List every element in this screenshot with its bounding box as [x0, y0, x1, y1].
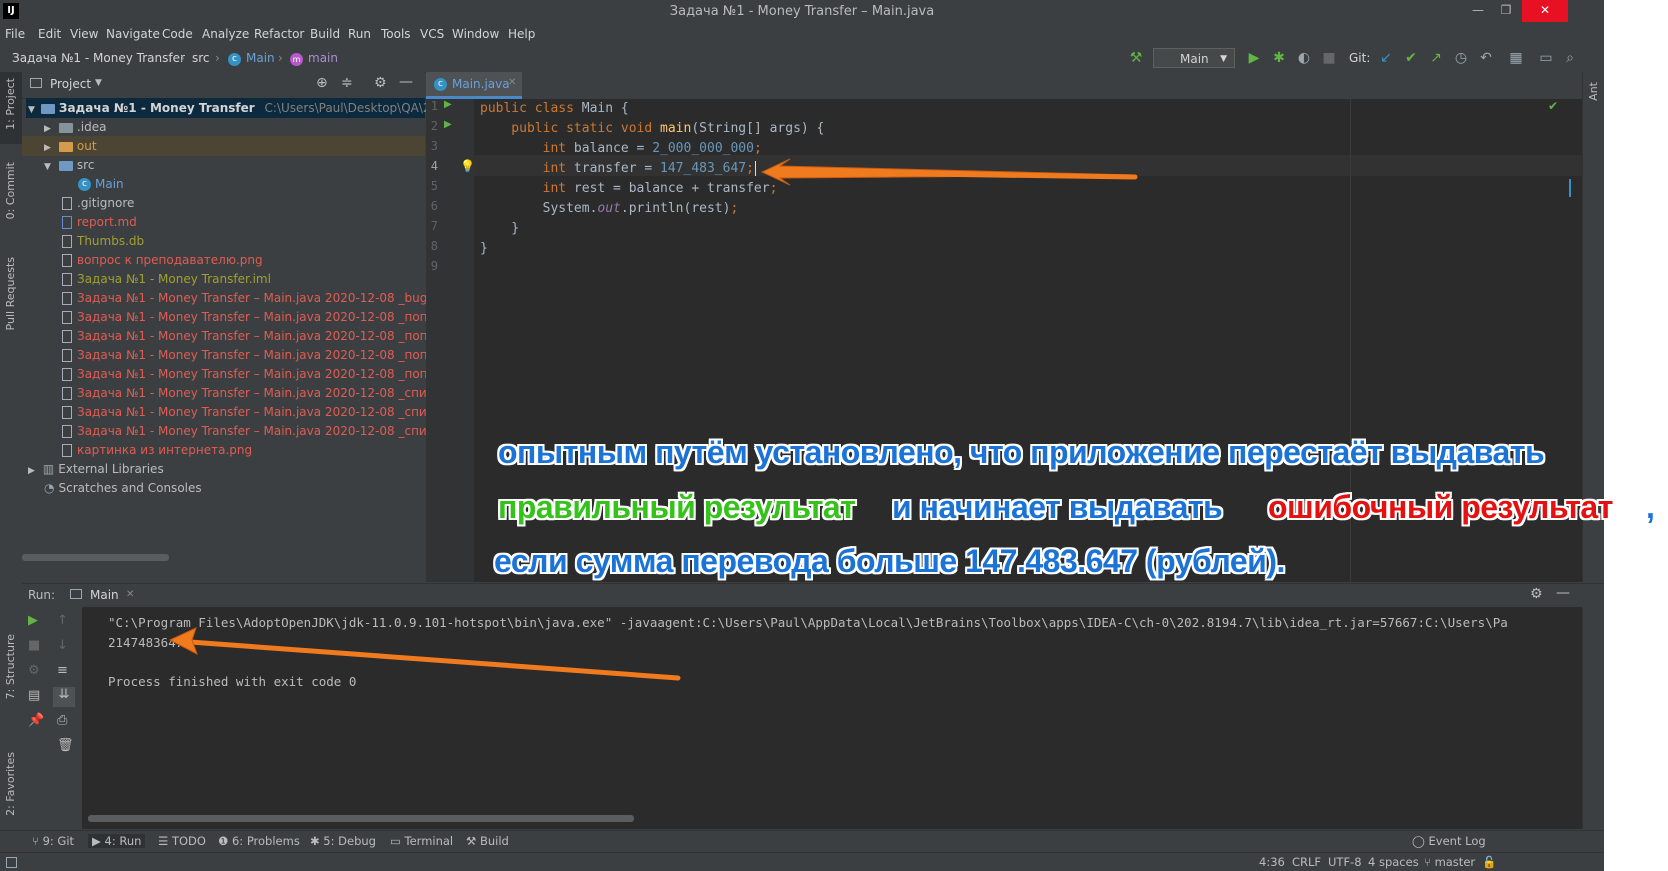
arrow-to-transfer-line [760, 158, 1138, 186]
annotation-line-1: опытным путём установлено, что приложени… [498, 434, 1545, 470]
annotation-line-3: если сумма перевода больше 147.483.647 (… [494, 543, 1285, 579]
annotation-correct-result: правильный результат [498, 489, 856, 525]
annotation-wrong-result: ошибочный результат [1268, 489, 1613, 525]
arrow-to-output [168, 627, 681, 681]
annotation-starts-giving: и начинает выдавать [892, 489, 1223, 525]
annotation-comma: , [1646, 489, 1655, 525]
